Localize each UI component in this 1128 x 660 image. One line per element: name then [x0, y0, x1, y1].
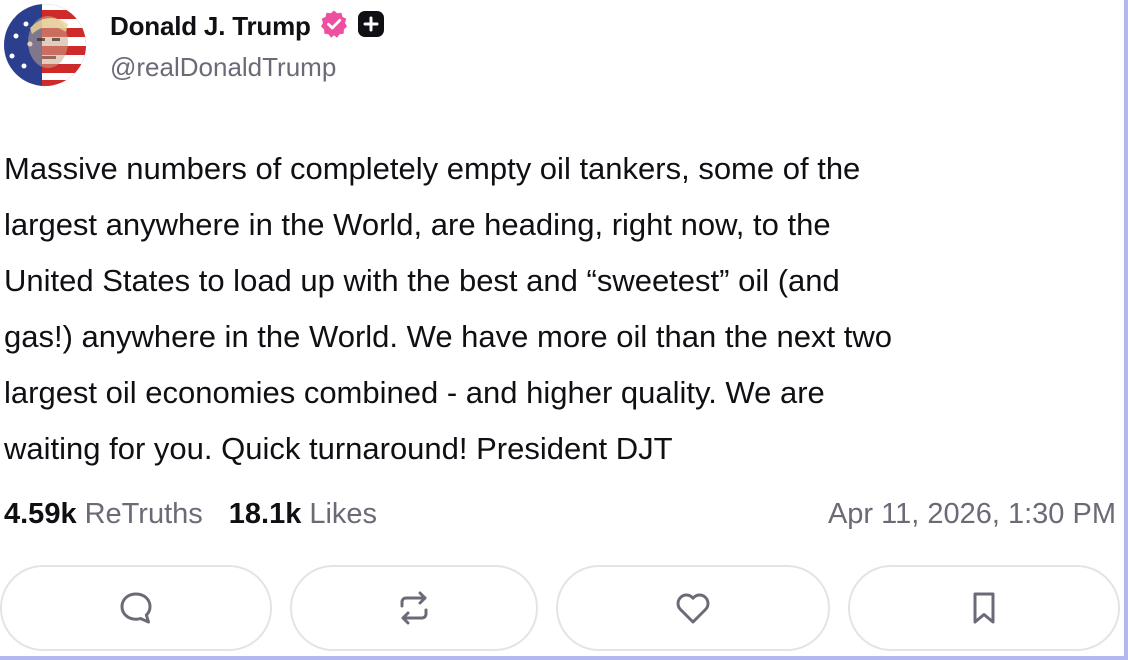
post-text-line: Massive numbers of completely empty oil … — [4, 151, 861, 186]
repost-icon — [400, 591, 428, 625]
bookmark-icon — [973, 592, 995, 624]
likes-stat[interactable]: 18.1k Likes — [229, 498, 377, 531]
verified-badge-icon — [319, 9, 349, 44]
avatar[interactable] — [4, 4, 86, 86]
author-handle[interactable]: @realDonaldTrump — [110, 52, 336, 83]
author-display-name[interactable]: Donald J. Trump — [110, 11, 311, 42]
post-text: Massive numbers of completely empty oil … — [4, 141, 1116, 477]
post-header: Donald J. Trump @realDonaldTrump — [0, 0, 1100, 96]
retruths-count: 4.59k — [4, 497, 77, 530]
bookmark-button[interactable] — [848, 565, 1120, 651]
post-stats: 4.59k ReTruths 18.1k Likes Apr 11, 2026,… — [4, 492, 1116, 536]
retruths-stat[interactable]: 4.59k ReTruths — [4, 498, 203, 531]
post-text-line: gas!) anywhere in the World. We have mor… — [4, 319, 892, 354]
likes-label: Likes — [309, 497, 378, 530]
comment-icon — [120, 592, 152, 624]
post-text-line: United States to load up with the best a… — [4, 263, 840, 298]
heart-icon — [676, 593, 710, 624]
avatar-image — [4, 4, 86, 86]
post-text-line: waiting for you. Quick turnaround! Presi… — [4, 431, 673, 466]
post-actions — [0, 565, 1128, 655]
post-text-line: largest anywhere in the World, are headi… — [4, 207, 831, 242]
post-timestamp[interactable]: Apr 11, 2026, 1:30 PM — [828, 498, 1116, 531]
retruths-label: ReTruths — [84, 497, 203, 530]
like-button[interactable] — [556, 565, 830, 651]
retruth-button[interactable] — [290, 565, 538, 651]
post-text-line: largest oil economies combined - and hig… — [4, 375, 825, 410]
plus-badge-icon — [357, 10, 385, 43]
reply-button[interactable] — [0, 565, 272, 651]
author-name-row: Donald J. Trump — [110, 8, 385, 44]
likes-count: 18.1k — [228, 497, 302, 530]
